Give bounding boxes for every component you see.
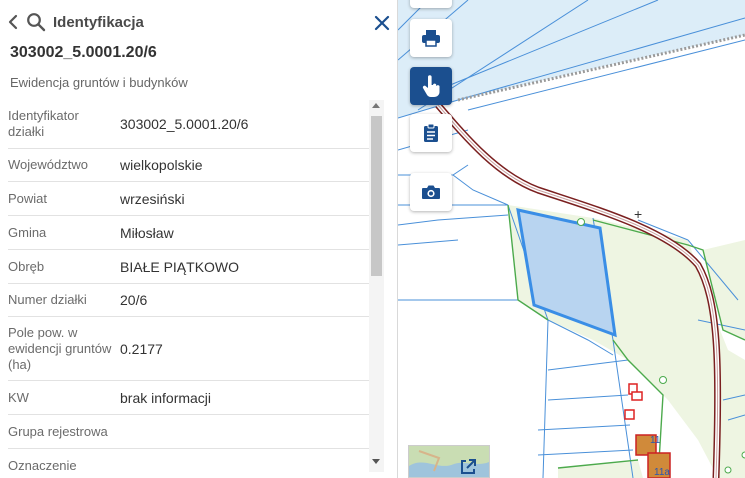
parcel-id-heading: 303002_5.0001.20/6 xyxy=(10,44,157,61)
attribute-table: Identyfikator działki 303002_5.0001.20/6… xyxy=(0,100,370,478)
table-row: Numer działki 20/6 xyxy=(8,284,370,317)
survey-point xyxy=(577,218,585,226)
row-value: wielkopolskie xyxy=(120,157,203,173)
row-label: KW xyxy=(8,389,29,405)
map-view[interactable]: + 11 11a xyxy=(398,0,745,478)
close-icon[interactable] xyxy=(374,15,390,31)
identify-hand-icon xyxy=(422,75,440,97)
identify-button[interactable] xyxy=(410,67,452,105)
chevron-left-icon[interactable] xyxy=(6,14,20,30)
survey-point xyxy=(724,466,732,474)
table-row: Identyfikator działki 303002_5.0001.20/6 xyxy=(8,100,370,149)
building-label: 11a xyxy=(654,467,670,478)
row-label: Identyfikator działki xyxy=(8,108,79,139)
table-row: Grupa rejestrowa xyxy=(8,415,370,449)
row-label: Powiat xyxy=(8,190,48,206)
table-row: Województwo wielkopolskie xyxy=(8,149,370,182)
registry-name: Ewidencja gruntów i budynków xyxy=(10,75,188,90)
panel-title: Identyfikacja xyxy=(53,14,144,31)
table-row: Oznaczenie xyxy=(8,449,370,478)
table-row: Pole pow. w ewidencji gruntów (ha) 0.217… xyxy=(8,317,370,381)
camera-icon xyxy=(422,185,440,199)
minimap-canvas xyxy=(409,446,489,477)
row-label: Oznaczenie xyxy=(8,457,77,473)
building-outline xyxy=(631,391,643,401)
row-value: 303002_5.0001.20/6 xyxy=(120,116,249,132)
row-value: wrzesiński xyxy=(120,190,185,207)
row-label: Obręb xyxy=(8,258,45,274)
row-label: Numer działki xyxy=(8,292,87,307)
table-row: Powiat wrzesiński xyxy=(8,182,370,216)
row-label: Województwo xyxy=(8,157,88,172)
row-label: Pole pow. w ewidencji gruntów (ha) xyxy=(8,324,112,372)
meadow-area xyxy=(558,460,643,478)
clipboard-icon xyxy=(424,123,438,142)
expand-icon[interactable] xyxy=(459,458,477,476)
scroll-down-arrow-icon[interactable] xyxy=(372,459,380,464)
table-row: Gmina Miłosław xyxy=(8,216,370,250)
row-label: Grupa rejestrowa xyxy=(8,423,108,439)
row-value: brak informacji xyxy=(120,389,212,406)
row-value: BIAŁE PIĄTKOWO xyxy=(120,258,240,275)
row-value: Miłosław xyxy=(120,224,174,241)
building-label: 11 xyxy=(650,435,661,446)
survey-point xyxy=(659,376,667,384)
plus-mark: + xyxy=(634,206,642,222)
print-icon xyxy=(422,30,440,47)
camera-button[interactable] xyxy=(410,173,452,211)
tool-button-top[interactable] xyxy=(410,0,452,8)
print-button[interactable] xyxy=(410,19,452,57)
row-label: Gmina xyxy=(8,224,47,240)
table-row: Obręb BIAŁE PIĄTKOWO xyxy=(8,250,370,284)
identification-panel: Identyfikacja 303002_5.0001.20/6 Ewidenc… xyxy=(0,0,398,478)
panel-header: Identyfikacja xyxy=(0,0,397,44)
scroll-thumb[interactable] xyxy=(371,116,382,276)
search-icon xyxy=(27,13,46,32)
table-row: KW brak informacji xyxy=(8,381,370,415)
row-value: 20/6 xyxy=(120,292,148,308)
selected-parcel[interactable] xyxy=(516,208,617,338)
notes-button[interactable] xyxy=(410,114,452,152)
panel-scrollbar[interactable] xyxy=(369,100,384,472)
row-value: 0.2177 xyxy=(120,340,163,357)
building-outline xyxy=(624,409,635,420)
scroll-up-arrow-icon[interactable] xyxy=(372,103,380,108)
overview-minimap[interactable] xyxy=(408,445,490,478)
